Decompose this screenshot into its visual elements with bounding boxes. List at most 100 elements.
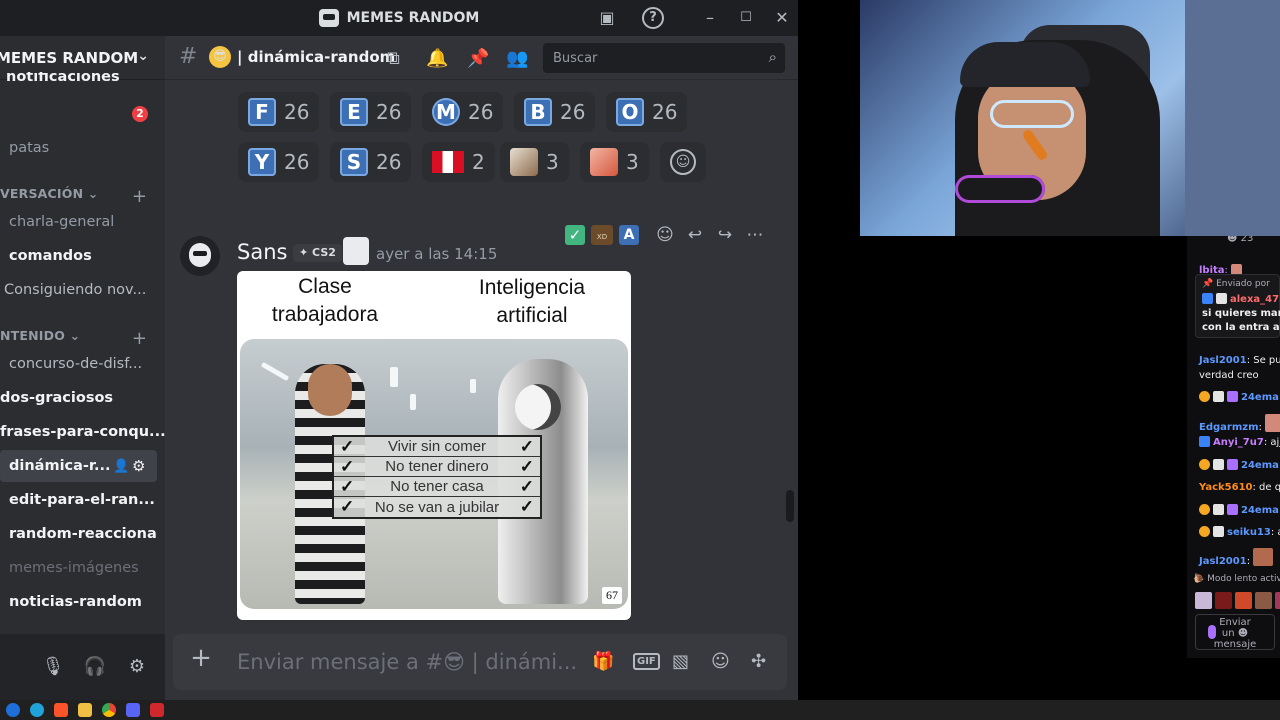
sidebar-item-label: comandos <box>9 248 92 264</box>
emote-icon[interactable] <box>1195 592 1212 609</box>
reaction-pill[interactable]: B 26 <box>514 92 596 132</box>
sidebar-item-concurso[interactable]: concurso-de-disf... <box>0 348 165 380</box>
inbox-icon[interactable]: ▣ <box>596 7 618 29</box>
pin-icon[interactable]: 📌 <box>467 48 489 69</box>
sidebar-item-memes-imagenes[interactable]: memes-imágenes <box>0 552 165 584</box>
invite-icon[interactable]: 👤 <box>113 459 129 474</box>
emote-icon[interactable] <box>1275 592 1280 609</box>
xd-emote-icon[interactable]: XD <box>591 225 613 245</box>
gift-icon[interactable]: 🎁 <box>592 651 614 672</box>
microphone-icon[interactable]: 🎙 <box>41 655 65 679</box>
file-explorer-icon[interactable] <box>78 703 92 717</box>
reaction-pill[interactable]: M 26 <box>422 92 504 132</box>
chat-line: 24ema <box>1199 504 1279 518</box>
chat-user[interactable]: 24ema <box>1241 505 1279 516</box>
worker-head <box>308 364 352 416</box>
emote-icon[interactable] <box>1255 592 1272 609</box>
badge-icon <box>1199 504 1210 515</box>
attach-plus-icon[interactable]: + <box>189 645 213 671</box>
chat-user[interactable]: Edgarmzm <box>1199 422 1259 433</box>
gear-icon[interactable]: ⚙ <box>132 457 145 475</box>
chat-user[interactable]: Anyi_7u7 <box>1213 437 1264 448</box>
category-content[interactable]: NTENIDO ⌄ <box>0 328 80 343</box>
message-composer[interactable]: + Enviar mensaje a #😎 | dinámi... 🎁 GIF … <box>173 634 787 690</box>
avatar[interactable] <box>180 236 220 276</box>
add-channel-icon[interactable]: + <box>132 186 147 207</box>
forward-icon[interactable]: ↪ <box>713 223 737 247</box>
sidebar-item-edit[interactable]: edit-para-el-ran... <box>0 484 165 516</box>
reaction-pill[interactable]: 3 <box>580 142 649 182</box>
sidebar-item-patas[interactable]: patas <box>0 132 165 164</box>
minimize-icon[interactable]: – <box>699 7 721 29</box>
sidebar-item-charla-general[interactable]: charla-general <box>0 206 165 238</box>
threads-icon[interactable]: ⧉ <box>387 48 400 69</box>
sidebar-item-label: notificaciones <box>6 72 120 85</box>
sidebar-item-dinamica[interactable]: dinámica-r... 👤 ⚙ <box>0 450 157 482</box>
reaction-pill[interactable]: S 26 <box>330 142 412 182</box>
settings-gear-icon[interactable]: ⚙ <box>125 655 149 679</box>
search-icon: ⌕ <box>768 48 777 66</box>
emote-icon[interactable] <box>1235 592 1252 609</box>
reaction-pill[interactable]: Y 26 <box>238 142 320 182</box>
pinned-user[interactable]: alexa_475 <box>1230 294 1280 305</box>
reaction-pill[interactable]: O 26 <box>606 92 688 132</box>
slow-mode-notice: 🐌 Modo lento activ <box>1193 574 1280 584</box>
apps-icon[interactable]: ✣ <box>751 651 766 672</box>
sticker-icon[interactable]: ▧ <box>672 651 689 672</box>
badge-icon <box>1213 459 1224 470</box>
help-icon[interactable]: ? <box>642 7 664 29</box>
chat-user[interactable]: Yack5610 <box>1199 482 1252 493</box>
sidebar-item-random-reacciona[interactable]: random-reacciona <box>0 518 165 550</box>
more-icon[interactable]: ⋯ <box>743 223 767 247</box>
reaction-count: 26 <box>376 100 402 124</box>
add-reaction-button[interactable]: ☺ <box>660 142 706 182</box>
sidebar-item-frases[interactable]: frases-para-conqu... <box>0 416 165 448</box>
close-icon[interactable]: ✕ <box>771 7 793 29</box>
bell-icon[interactable]: 🔔 <box>426 48 448 69</box>
edge-icon[interactable] <box>30 703 44 717</box>
search-input[interactable]: Buscar ⌕ <box>543 43 785 73</box>
chat-user[interactable]: seiku13 <box>1227 527 1271 538</box>
brave-icon[interactable] <box>54 703 68 717</box>
reaction-count: 26 <box>284 150 310 174</box>
reaction-pill[interactable]: 3 <box>500 142 569 182</box>
send-message-button[interactable]: Enviar un ☻ mensaje <box>1195 614 1275 650</box>
add-channel-icon[interactable]: + <box>132 328 147 349</box>
category-conversation[interactable]: VERSACIÓN ⌄ <box>0 186 98 201</box>
streamer-glasses <box>990 100 1074 128</box>
obs-icon[interactable] <box>150 703 164 717</box>
reaction-pill[interactable]: E 26 <box>330 92 412 132</box>
reaction-pill[interactable]: F 26 <box>238 92 320 132</box>
members-icon[interactable]: 👥 <box>506 48 528 69</box>
chrome-icon[interactable] <box>102 703 116 717</box>
discord-taskbar-icon[interactable] <box>126 703 140 717</box>
gif-icon[interactable]: GIF <box>633 653 660 670</box>
emote-icon[interactable] <box>1215 592 1232 609</box>
chat-user[interactable]: Jasl2001 <box>1199 355 1247 366</box>
chat-user[interactable]: Jasl2001 <box>1199 556 1247 567</box>
robot-head <box>515 384 561 430</box>
checkmark-reaction-icon[interactable]: ✓ <box>565 225 585 245</box>
headphones-icon[interactable]: 🎧 <box>83 655 107 679</box>
chat-user[interactable]: 24ema <box>1241 460 1279 471</box>
message-author[interactable]: Sans <box>237 240 287 264</box>
checkmark-icon: ✓ <box>340 497 355 516</box>
pinned-message[interactable]: 📌 Enviado por alexa_475 si quieres mand … <box>1195 274 1280 338</box>
add-reaction-icon[interactable]: ☺ <box>653 223 677 247</box>
meme-image[interactable]: Clase trabajadora Inteligencia artificia… <box>237 271 631 620</box>
letter-a-reaction-icon[interactable]: A <box>619 225 639 245</box>
chat-user[interactable]: 24ema <box>1241 392 1279 403</box>
emoji-icon[interactable]: ☺ <box>711 651 730 672</box>
maximize-icon[interactable]: ☐ <box>735 7 757 29</box>
sidebar-item-dos-graciosos[interactable]: dos-graciosos <box>0 382 165 414</box>
sidebar-item-notifications[interactable]: notificaciones <box>0 72 165 90</box>
reply-icon[interactable]: ↩ <box>683 223 707 247</box>
facebook-icon[interactable] <box>6 703 20 717</box>
sidebar-item-consiguiendo[interactable]: Consiguiendo nov... <box>0 274 165 306</box>
sidebar-item-noticias[interactable]: noticias-random <box>0 586 165 618</box>
reaction-pill[interactable]: 2 <box>422 142 495 182</box>
letter-y-icon: Y <box>248 148 276 176</box>
clan-tag[interactable]: ✦ CS2 <box>293 244 342 262</box>
sidebar-item-comandos[interactable]: comandos <box>0 240 165 272</box>
scrollbar-thumb[interactable] <box>786 490 794 522</box>
